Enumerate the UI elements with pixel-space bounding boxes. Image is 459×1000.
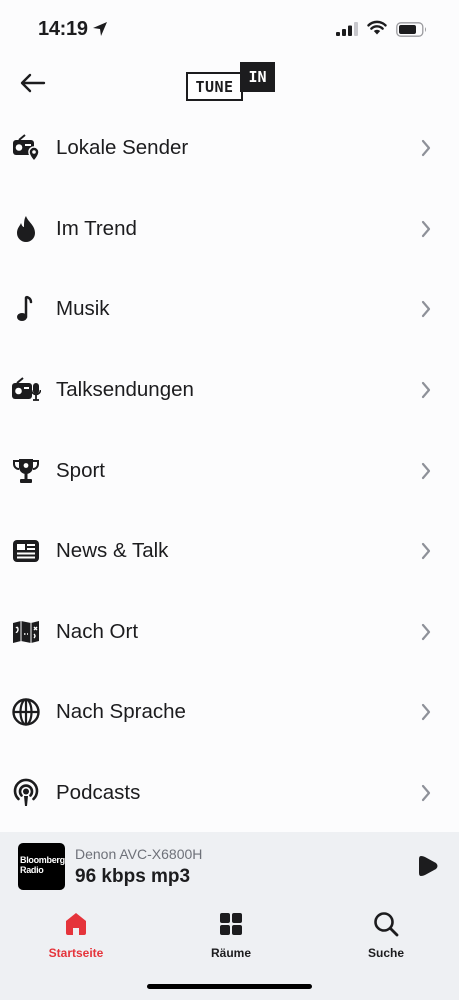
menu-label: Sport [56, 458, 105, 482]
local-radio-icon [11, 133, 41, 163]
play-button[interactable] [416, 853, 440, 879]
player-device-name: Denon AVC-X6800H [75, 846, 203, 862]
tab-label: Räume [210, 946, 251, 960]
home-indicator [147, 984, 312, 989]
logo-tune-text: TUNE [186, 72, 243, 101]
newspaper-icon [11, 536, 41, 566]
artwork-line-1: Bloomberg [20, 855, 65, 865]
menu-item-nach-sprache[interactable]: Nach Sprache [0, 672, 459, 753]
station-artwork: Bloomberg Radio [18, 843, 65, 890]
menu-item-musik[interactable]: Musik [0, 269, 459, 350]
menu-label: Nach Ort [56, 619, 139, 643]
chevron-right-icon [421, 784, 431, 802]
chevron-right-icon [421, 381, 431, 399]
back-button[interactable] [16, 68, 50, 98]
menu-label: News & Talk [56, 539, 169, 563]
talk-radio-icon [11, 375, 41, 405]
tab-label: Suche [367, 946, 404, 960]
menu-item-nach-ort[interactable]: Nach Ort [0, 592, 459, 673]
chevron-right-icon [421, 301, 431, 318]
chevron-right-icon [421, 462, 431, 479]
arrow-left-icon [20, 73, 46, 93]
menu-item-podcasts[interactable]: Podcasts [0, 753, 459, 834]
menu-item-talksendungen[interactable]: Talksendungen [0, 350, 459, 431]
podcast-icon [11, 778, 41, 808]
menu-label: Im Trend [56, 216, 137, 240]
map-icon [11, 617, 41, 647]
chevron-right-icon [421, 623, 431, 640]
chevron-right-icon [421, 704, 431, 721]
menu-label: Nach Sprache [56, 700, 186, 724]
tunein-logo: TUNE IN [186, 62, 276, 102]
menu-label: Musik [56, 297, 110, 321]
menu-label: Lokale Sender [56, 136, 189, 160]
music-note-icon [11, 294, 41, 324]
home-icon [66, 913, 86, 935]
cellular-signal-icon [336, 22, 358, 36]
menu-item-lokale-sender[interactable]: Lokale Sender [0, 108, 459, 189]
tab-suche[interactable]: Suche [336, 910, 436, 960]
mini-player[interactable]: Bloomberg Radio Denon AVC-X6800H 96 kbps… [0, 832, 459, 900]
player-stream-quality: 96 kbps mp3 [75, 866, 191, 887]
artwork-line-2: Radio [20, 865, 44, 875]
tab-startseite[interactable]: Startseite [26, 910, 126, 960]
battery-icon [396, 22, 426, 37]
header: TUNE IN [0, 60, 459, 110]
chevron-right-icon [421, 220, 431, 237]
browse-menu: Lokale Sender Im Trend Musik Talksendung… [0, 108, 459, 833]
wifi-icon [367, 20, 387, 35]
menu-label: Talksendungen [56, 378, 194, 402]
logo-in-text: IN [240, 62, 275, 92]
menu-item-sport[interactable]: Sport [0, 430, 459, 511]
globe-icon [11, 697, 41, 727]
location-arrow-icon [93, 22, 107, 36]
tab-label: Startseite [48, 946, 104, 960]
menu-item-im-trend[interactable]: Im Trend [0, 189, 459, 270]
chevron-right-icon [421, 543, 431, 560]
menu-item-news-talk[interactable]: News & Talk [0, 511, 459, 592]
menu-label: Podcasts [56, 781, 141, 805]
chevron-right-icon [421, 140, 431, 157]
status-bar: 14:19 [0, 0, 459, 60]
search-icon [374, 912, 399, 937]
flame-icon [11, 214, 41, 244]
tab-raeume[interactable]: Räume [181, 910, 281, 960]
status-time: 14:19 [38, 18, 88, 40]
rooms-grid-icon [220, 913, 242, 935]
trophy-icon [11, 456, 41, 486]
